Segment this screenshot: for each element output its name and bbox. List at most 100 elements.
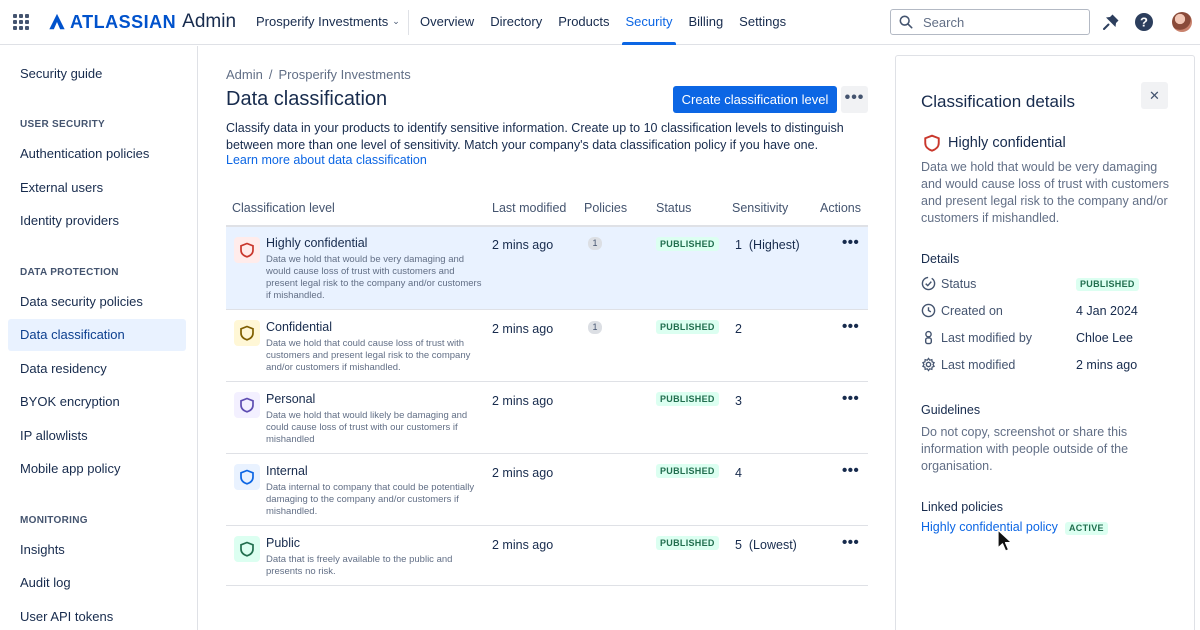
- close-icon[interactable]: ✕: [1141, 82, 1168, 109]
- sidebar-item-insights[interactable]: Insights: [8, 534, 186, 566]
- last-modified: 2 mins ago: [492, 238, 554, 252]
- table-row[interactable]: Personal Data we hold that would likely …: [226, 382, 868, 454]
- sensitivity-value: 4: [735, 466, 742, 480]
- sidebar-item-ip-allowlists[interactable]: IP allowlists: [8, 420, 186, 452]
- sensitivity-value: 5 (Lowest): [735, 538, 797, 552]
- column-header-last-modified[interactable]: Last modified: [492, 201, 566, 215]
- sidebar-heading-monitoring: MONITORING: [20, 515, 88, 526]
- detail-status: Status PUBLISHED: [921, 275, 1181, 295]
- detail-value: Chloe Lee: [1076, 331, 1133, 345]
- breadcrumb: Admin / Prosperify Investments: [226, 67, 411, 82]
- row-actions-button[interactable]: •••: [842, 234, 859, 251]
- column-header-actions: Actions: [820, 201, 861, 215]
- sidebar-item-security-guide[interactable]: Security guide: [8, 58, 186, 90]
- policy-status-badge: ACTIVE: [1065, 522, 1108, 535]
- sidebar-item-data-residency[interactable]: Data residency: [8, 353, 186, 385]
- notifications-icon[interactable]: [1101, 12, 1121, 32]
- classification-description: Data that is freely available to the pub…: [266, 554, 453, 577]
- classification-description: Data we hold that could cause loss of tr…: [266, 338, 471, 373]
- search-input[interactable]: [923, 14, 1073, 30]
- search-box[interactable]: [890, 9, 1090, 35]
- classification-name[interactable]: Highly confidential: [266, 236, 367, 250]
- detail-label: Last modified by: [941, 331, 1033, 345]
- classification-description: Data we hold that would likely be damagi…: [266, 410, 468, 445]
- learn-more-link[interactable]: Learn more about data classification: [226, 153, 427, 167]
- clock-icon: [921, 303, 936, 318]
- sensitivity-value: 2: [735, 322, 742, 336]
- detail-value: 2 mins ago: [1076, 358, 1138, 372]
- nav-directory[interactable]: Directory: [482, 0, 550, 45]
- topbar-divider: [408, 10, 409, 35]
- more-actions-button[interactable]: •••: [841, 86, 868, 113]
- table-row[interactable]: Confidential Data we hold that could cau…: [226, 310, 868, 382]
- organization-name: Prosperify Investments: [256, 14, 389, 29]
- sidebar-item-mobile-app-policy[interactable]: Mobile app policy: [8, 453, 186, 485]
- detail-label: Status: [941, 277, 977, 291]
- last-modified: 2 mins ago: [492, 394, 554, 408]
- nav-security[interactable]: Security: [618, 0, 681, 45]
- status-badge: PUBLISHED: [656, 320, 719, 334]
- user-avatar[interactable]: [1172, 12, 1192, 32]
- create-classification-level-button[interactable]: Create classification level: [673, 86, 837, 113]
- policies-count-badge: 1: [588, 237, 602, 250]
- classification-shield-icon: [234, 237, 260, 263]
- sidebar-item-byok-encryption[interactable]: BYOK encryption: [8, 386, 186, 418]
- sidebar-item-authentication-policies[interactable]: Authentication policies: [8, 138, 186, 170]
- classification-name[interactable]: Internal: [266, 464, 308, 478]
- brand-name: ATLASSIAN: [70, 11, 177, 32]
- sidebar-item-data-security-policies[interactable]: Data security policies: [8, 286, 186, 318]
- breadcrumb-organization[interactable]: Prosperify Investments: [278, 67, 410, 82]
- table-row[interactable]: Internal Data internal to company that c…: [226, 454, 868, 526]
- person-icon: [924, 330, 933, 345]
- column-header-classification-level: Classification level: [232, 201, 335, 215]
- sidebar-heading-user-security: USER SECURITY: [20, 119, 106, 130]
- primary-nav: Overview Directory Products Security Bil…: [412, 0, 794, 45]
- last-modified: 2 mins ago: [492, 466, 554, 480]
- table-row[interactable]: Highly confidential Data we hold that wo…: [226, 227, 868, 310]
- sidebar-item-user-api-tokens[interactable]: User API tokens: [8, 601, 186, 630]
- atlassian-admin-logo[interactable]: ATLASSIAN Admin: [48, 11, 236, 33]
- status-badge: PUBLISHED: [656, 536, 719, 550]
- guidelines-text: Do not copy, screenshot or share this in…: [921, 425, 1129, 473]
- nav-overview[interactable]: Overview: [412, 0, 482, 45]
- policies-count-badge: 1: [588, 321, 602, 334]
- sensitivity-value: 1 (Highest): [735, 238, 800, 252]
- nav-products[interactable]: Products: [550, 0, 617, 45]
- nav-billing[interactable]: Billing: [680, 0, 731, 45]
- sensitivity-value: 3: [735, 394, 742, 408]
- sidebar-item-external-users[interactable]: External users: [8, 172, 186, 204]
- help-icon[interactable]: ?: [1134, 12, 1154, 32]
- app-switcher-icon[interactable]: [13, 14, 29, 30]
- classification-shield-icon: [234, 392, 260, 418]
- column-header-policies: Policies: [584, 201, 628, 215]
- breadcrumb-separator: /: [268, 67, 273, 82]
- panel-title: Classification details: [921, 92, 1076, 111]
- row-actions-button[interactable]: •••: [842, 534, 859, 551]
- status-badge: PUBLISHED: [1076, 278, 1139, 291]
- nav-settings[interactable]: Settings: [731, 0, 794, 45]
- table-row[interactable]: Public Data that is freely available to …: [226, 526, 868, 586]
- column-header-sensitivity[interactable]: Sensitivity: [732, 201, 788, 215]
- classification-shield-icon: [234, 320, 260, 346]
- top-navigation-bar: ATLASSIAN Admin Prosperify Investments ⌄…: [0, 0, 1200, 45]
- classification-name[interactable]: Confidential: [266, 320, 332, 334]
- sidebar-item-audit-log[interactable]: Audit log: [8, 567, 186, 599]
- classification-name[interactable]: Public: [266, 536, 300, 550]
- classification-name[interactable]: Personal: [266, 392, 315, 406]
- mouse-pointer-icon: [997, 529, 1013, 552]
- svg-text:?: ?: [1140, 15, 1148, 30]
- search-icon: [899, 15, 913, 29]
- sidebar-item-data-classification[interactable]: Data classification: [8, 319, 186, 351]
- organization-switcher[interactable]: Prosperify Investments ⌄: [256, 14, 400, 29]
- row-actions-button[interactable]: •••: [842, 462, 859, 479]
- linked-policy-link[interactable]: Highly confidential policy: [921, 520, 1058, 534]
- classification-details-panel: Classification details ✕ Highly confiden…: [895, 55, 1195, 630]
- details-heading: Details: [921, 252, 960, 266]
- row-actions-button[interactable]: •••: [842, 390, 859, 407]
- breadcrumb-admin[interactable]: Admin: [226, 67, 263, 82]
- row-actions-button[interactable]: •••: [842, 318, 859, 335]
- detail-value: 4 Jan 2024: [1076, 304, 1138, 318]
- page-description: Classify data in your products to identi…: [226, 121, 844, 152]
- sidebar-item-identity-providers[interactable]: Identity providers: [8, 205, 186, 237]
- detail-label: Created on: [941, 304, 1003, 318]
